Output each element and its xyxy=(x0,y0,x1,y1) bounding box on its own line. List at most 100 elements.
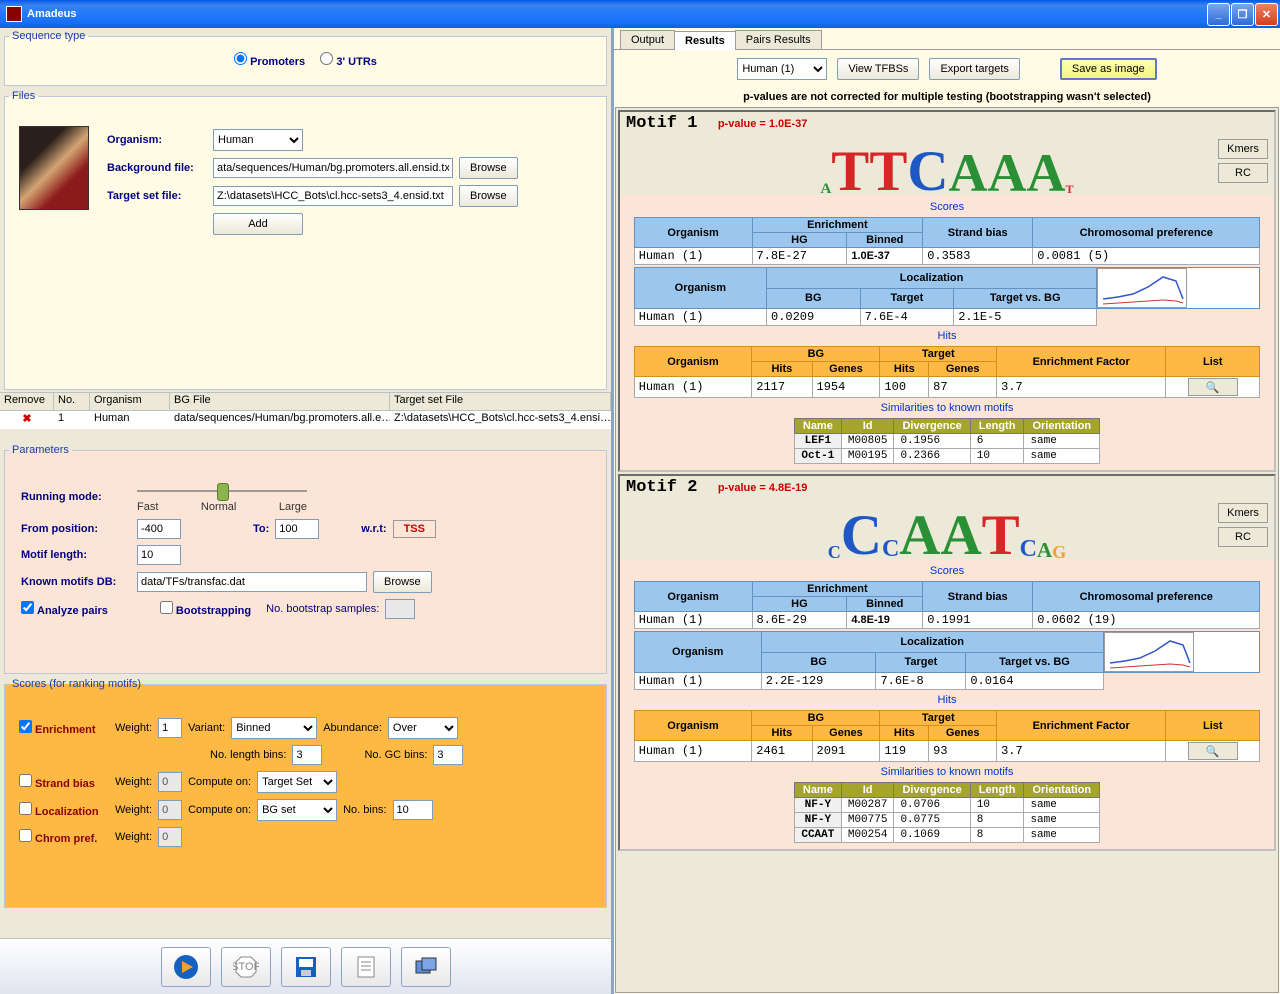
frompos-label: From position: xyxy=(21,523,131,535)
chrompref-checkbox[interactable]: Chrom pref. xyxy=(19,829,109,845)
run-button[interactable] xyxy=(161,947,211,987)
organism-label: Organism: xyxy=(107,134,207,146)
add-button[interactable]: Add xyxy=(213,213,303,235)
similarities-table: NameIdDivergenceLengthOrientation NF-YM0… xyxy=(794,782,1100,843)
tgtfile-input[interactable] xyxy=(213,186,453,206)
enrichment-table: OrganismEnrichmentStrand biasChromosomal… xyxy=(634,217,1261,265)
boot-samples-input xyxy=(385,599,415,619)
mozart-image xyxy=(19,126,89,210)
col-remove[interactable]: Remove xyxy=(0,393,54,410)
motif-header: Motif 1 p-value = 1.0E-37 xyxy=(620,112,1274,135)
remove-icon[interactable]: ✖ xyxy=(22,413,31,425)
knowndb-browse-button[interactable]: Browse xyxy=(373,571,432,593)
enrichment-table: OrganismEnrichmentStrand biasChromosomal… xyxy=(634,581,1261,629)
tab-results[interactable]: Results xyxy=(674,31,736,50)
to-input[interactable] xyxy=(275,519,319,539)
variant-select[interactable]: Binned xyxy=(231,717,317,739)
scores-legend: Scores (for ranking motifs) xyxy=(9,678,144,690)
kmers-button[interactable]: Kmers xyxy=(1218,503,1268,523)
bgfile-browse-button[interactable]: Browse xyxy=(459,157,518,179)
tab-pairs[interactable]: Pairs Results xyxy=(735,30,822,49)
files-fieldset: Files Organism: Human Background file: B… xyxy=(4,90,607,390)
localization-chart xyxy=(1097,268,1187,308)
gcbins-input[interactable] xyxy=(433,745,463,765)
rc-button[interactable]: RC xyxy=(1218,527,1268,547)
minimize-button[interactable]: _ xyxy=(1207,3,1230,26)
similarities-label: Similarities to known motifs xyxy=(624,400,1270,416)
sequence-logo: CCCAATCAG Kmers RC xyxy=(620,499,1274,559)
organism-select[interactable]: Human xyxy=(213,129,303,151)
localization-table: OrganismLocalization BGTargetTarget vs. … xyxy=(634,631,1261,690)
lenbins-input[interactable] xyxy=(292,745,322,765)
localization-chart xyxy=(1104,632,1194,672)
frompos-input[interactable] xyxy=(137,519,181,539)
runmode-slider[interactable] xyxy=(137,481,307,501)
windows-button[interactable] xyxy=(401,947,451,987)
knowndb-input[interactable] xyxy=(137,572,367,592)
nobins-input[interactable] xyxy=(393,800,433,820)
col-tgtfile[interactable]: Target set File xyxy=(390,393,611,410)
export-targets-button[interactable]: Export targets xyxy=(929,58,1019,80)
motiflen-input[interactable] xyxy=(137,545,181,565)
hits-table: OrganismBGTargetEnrichment FactorList Hi… xyxy=(634,710,1261,762)
correction-note: p-values are not corrected for multiple … xyxy=(614,88,1280,106)
bgfile-label: Background file: xyxy=(107,162,207,174)
seqtype-legend: Sequence type xyxy=(9,30,88,42)
motiflen-label: Motif length: xyxy=(21,549,131,561)
app-icon xyxy=(6,6,22,22)
window-title: Amadeus xyxy=(27,8,77,20)
parameters-fieldset: Parameters Running mode: Fast Normal Lar… xyxy=(4,444,607,674)
params-legend: Parameters xyxy=(9,444,72,456)
strandbias-checkbox[interactable]: Strand bias xyxy=(19,774,109,790)
knowndb-label: Known motifs DB: xyxy=(21,576,131,588)
motif-block: Motif 2 p-value = 4.8E-19 CCCAATCAG Kmer… xyxy=(618,474,1276,851)
analyze-pairs-checkbox[interactable]: Analyze pairs xyxy=(21,601,108,617)
hits-label: Hits xyxy=(624,328,1270,344)
tgtfile-browse-button[interactable]: Browse xyxy=(459,185,518,207)
bgfile-input[interactable] xyxy=(213,158,453,178)
col-bgfile[interactable]: BG File xyxy=(170,393,390,410)
list-button[interactable]: 🔍 xyxy=(1188,742,1238,760)
col-organism[interactable]: Organism xyxy=(90,393,170,410)
scores-fieldset: Scores (for ranking motifs) Enrichment W… xyxy=(4,678,607,908)
file-row[interactable]: ✖ 1 Human data/sequences/Human/bg.promot… xyxy=(0,411,611,429)
maximize-button[interactable]: ❐ xyxy=(1231,3,1254,26)
tss-indicator: TSS xyxy=(393,520,436,538)
close-button[interactable]: ✕ xyxy=(1255,3,1278,26)
report-button[interactable] xyxy=(341,947,391,987)
save-button[interactable] xyxy=(281,947,331,987)
rc-button[interactable]: RC xyxy=(1218,163,1268,183)
save-image-button[interactable]: Save as image xyxy=(1060,58,1157,80)
view-tfbs-button[interactable]: View TFBSs xyxy=(837,58,919,80)
bootstrapping-checkbox[interactable]: Bootstrapping xyxy=(160,601,251,617)
hits-table: OrganismBGTargetEnrichment FactorList Hi… xyxy=(634,346,1261,398)
stop-button[interactable]: STOP xyxy=(221,947,271,987)
sequence-logo: ATTCAAAT Kmers RC xyxy=(620,135,1274,195)
localization-table: OrganismLocalization BGTargetTarget vs. … xyxy=(634,267,1261,326)
local-weight-input xyxy=(158,800,182,820)
list-button[interactable]: 🔍 xyxy=(1188,378,1238,396)
col-no[interactable]: No. xyxy=(54,393,90,410)
motif-header: Motif 2 p-value = 4.8E-19 xyxy=(620,476,1274,499)
motif-block: Motif 1 p-value = 1.0E-37 ATTCAAAT Kmers… xyxy=(618,110,1276,472)
abundance-select[interactable]: Over xyxy=(388,717,458,739)
enrichment-checkbox[interactable]: Enrichment xyxy=(19,720,109,736)
kmers-button[interactable]: Kmers xyxy=(1218,139,1268,159)
similarities-table: NameIdDivergenceLengthOrientation LEF1M0… xyxy=(794,418,1100,464)
bottom-toolbar: STOP xyxy=(0,938,611,994)
utrs-radio[interactable]: 3' UTRs xyxy=(320,56,377,68)
similarities-label: Similarities to known motifs xyxy=(624,764,1270,780)
organism-result-select[interactable]: Human (1) xyxy=(737,58,827,80)
to-label: To: xyxy=(253,523,269,535)
local-compute-select[interactable]: BG set xyxy=(257,799,337,821)
wrt-label: w.r.t: xyxy=(361,523,386,535)
enr-weight-input[interactable] xyxy=(158,718,182,738)
file-table: Remove No. Organism BG File Target set F… xyxy=(0,392,611,442)
svg-text:STOP: STOP xyxy=(233,961,259,973)
runmode-label: Running mode: xyxy=(21,491,131,503)
strand-compute-select[interactable]: Target Set xyxy=(257,771,337,793)
promoters-radio[interactable]: Promoters xyxy=(234,56,305,68)
files-legend: Files xyxy=(9,90,38,102)
localization-checkbox[interactable]: Localization xyxy=(19,802,109,818)
tab-output[interactable]: Output xyxy=(620,30,675,49)
